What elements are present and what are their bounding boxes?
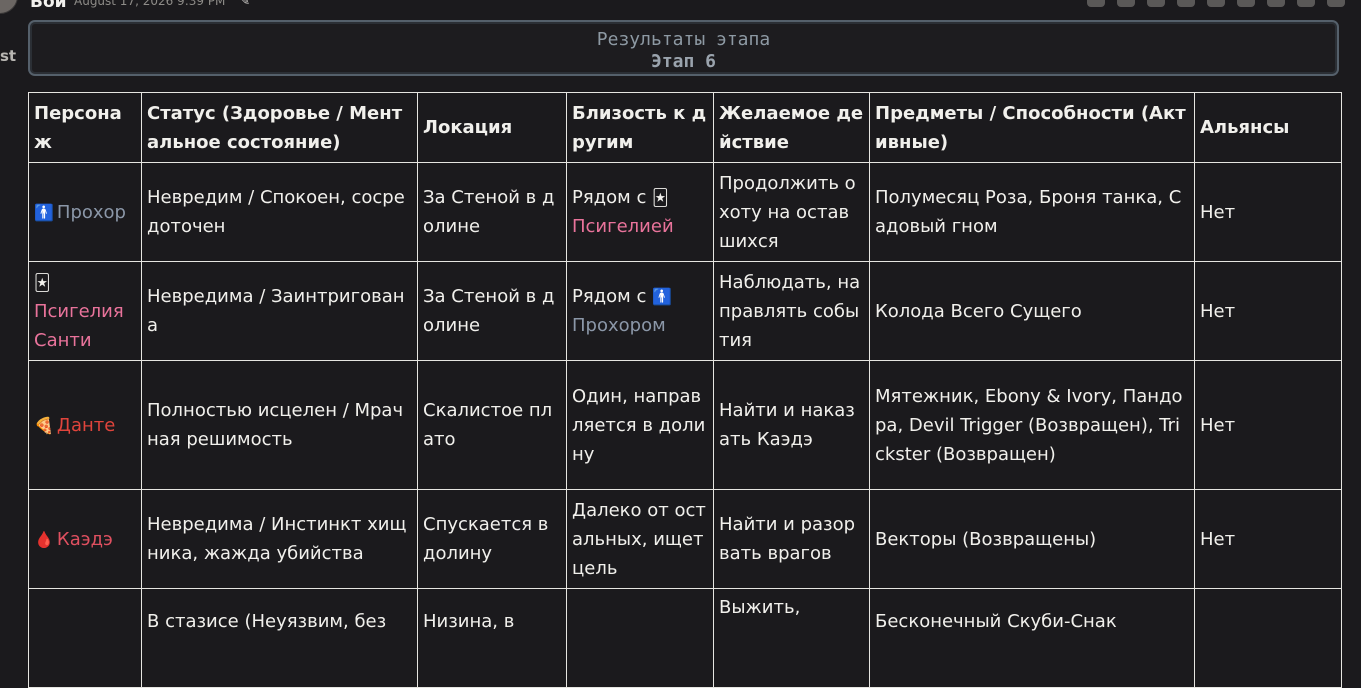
proximity-cell: Один, направляется в долину (566, 360, 714, 490)
header-proximity: Близость к другим (566, 92, 714, 163)
location-cell: Низина, в (417, 588, 567, 688)
proximity-name: Прохором (572, 315, 666, 336)
character-cell: 🍕 Данте (28, 360, 142, 490)
flag-icon[interactable] (1147, 0, 1165, 7)
message-timestamp: August 17, 2026 9:39 PM (74, 0, 226, 8)
proximity-prefix: Рядом с (572, 187, 647, 208)
items-cell: Бесконечный Скуби-Снак (869, 588, 1195, 688)
banner-stage: Этап 6 (650, 51, 717, 72)
status-cell: Полностью исцелен / Мрачная решимость (141, 360, 418, 490)
proximity-cell: Рядом с 🃏 Псигелией (566, 162, 714, 262)
branch-icon[interactable] (1297, 0, 1315, 7)
character-name: Прохор (56, 201, 126, 223)
side-text: st (0, 47, 17, 65)
header-status: Статус (Здоровье / Ментальное состояние) (141, 92, 418, 163)
blood-drop-icon: 🩸 (34, 529, 54, 549)
alliances-cell: Нет (1194, 162, 1342, 262)
attach-icon[interactable] (1237, 0, 1255, 7)
alliances-cell (1194, 588, 1342, 688)
items-cell: Колода Всего Сущего (869, 261, 1195, 361)
joker-card-icon: 🃏 (34, 272, 51, 292)
status-cell: Невредима / Заинтригована (141, 261, 418, 361)
circle-icon[interactable] (1207, 0, 1225, 7)
status-cell: В стазисе (Неуязвим, без (141, 588, 418, 688)
pin-icon: ✎ (240, 0, 251, 8)
location-cell: Спускается в долину (417, 489, 567, 589)
table-row: 🃏 Псигелия Санти Невредима / Заинтригова… (28, 261, 1342, 361)
header-character: Персонаж (28, 92, 142, 163)
character-name: Псигелия Санти (34, 300, 124, 351)
copy-icon[interactable] (1327, 0, 1345, 7)
joker-card-icon: 🃏 (652, 188, 669, 207)
status-cell: Невредим / Спокоен, сосредоточен (141, 162, 418, 262)
header-items: Предметы / Способности (Активные) (869, 92, 1195, 163)
stage-banner: Результаты этапа Этап 6 (28, 20, 1339, 76)
header-alliances: Альянсы (1194, 92, 1342, 163)
proximity-name: Псигелией (572, 216, 674, 237)
proximity-cell: Рядом с 🚹 Прохором (566, 261, 714, 361)
proximity-prefix: Рядом с (572, 286, 647, 307)
banner-title: Результаты этапа (596, 29, 771, 50)
items-cell: Мятежник, Ebony & Ivory, Пандора, Devil … (869, 360, 1195, 490)
table-header-row: Персонаж Статус (Здоровье / Ментальное с… (28, 92, 1342, 163)
author-name[interactable]: Бой (30, 0, 67, 12)
proximity-cell (566, 588, 714, 688)
reply-icon[interactable] (1267, 0, 1285, 7)
items-cell: Полумесяц Роза, Броня танка, Садовый гно… (869, 162, 1195, 262)
location-cell: За Стеной в долине (417, 261, 567, 361)
table-row: 🍕 Данте Полностью исцелен / Мрачная решим… (28, 360, 1342, 490)
alliances-cell: Нет (1194, 489, 1342, 589)
table-row: 🩸 Каэдэ Невредима / Инстинкт хищника, жаж… (28, 489, 1342, 589)
edit-icon[interactable] (1117, 0, 1135, 7)
character-cell: 🚹 Прохор (28, 162, 142, 262)
action-cell: Наблюдать, направлять события (713, 261, 870, 361)
proximity-cell: Далеко от остальных, ищет цель (566, 489, 714, 589)
alliances-cell: Нет (1194, 360, 1342, 490)
alliances-cell: Нет (1194, 261, 1342, 361)
character-name: Данте (56, 414, 116, 436)
mail-icon[interactable] (1177, 0, 1195, 7)
action-cell: Выжить, (713, 588, 870, 688)
character-cell: 🃏 Псигелия Санти (28, 261, 142, 361)
message-header: Бой August 17, 2026 9:39 PM ✎ (0, 0, 1361, 14)
table-row: 🚹 Прохор Невредим / Спокоен, сосредоточен… (28, 162, 1342, 262)
character-cell (28, 588, 142, 688)
items-cell: Векторы (Возвращены) (869, 489, 1195, 589)
header-location: Локация (417, 92, 567, 163)
pizza-icon: 🍕 (34, 415, 54, 435)
action-cell: Найти и наказать Каэдэ (713, 360, 870, 490)
embed-icon[interactable] (1087, 0, 1105, 7)
location-cell: За Стеной в долине (417, 162, 567, 262)
action-cell: Найти и разорвать врагов (713, 489, 870, 589)
person-icon: 🚹 (34, 202, 54, 222)
location-cell: Скалистое плато (417, 360, 567, 490)
action-cell: Продолжить охоту на оставшихся (713, 162, 870, 262)
character-name: Каэдэ (56, 528, 113, 550)
person-icon: 🚹 (652, 287, 672, 306)
avatar[interactable] (0, 0, 18, 14)
message-toolbar (1087, 0, 1345, 7)
status-cell: Невредима / Инстинкт хищника, жажда убий… (141, 489, 418, 589)
status-table: Персонаж Статус (Здоровье / Ментальное с… (28, 92, 1342, 688)
header-action: Желаемое действие (713, 92, 870, 163)
table-row: В стазисе (Неуязвим, без Низина, в Выжит… (28, 588, 1342, 688)
character-cell: 🩸 Каэдэ (28, 489, 142, 589)
